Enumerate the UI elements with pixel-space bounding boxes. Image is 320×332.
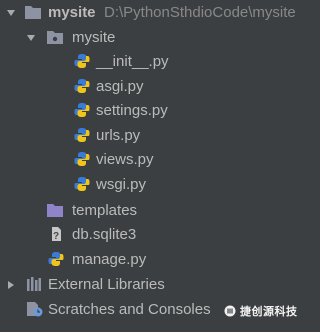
tree-row-manage[interactable]: manage.py bbox=[0, 247, 300, 272]
watermark-text: 捷创源科技 bbox=[240, 305, 298, 318]
tree-row-package[interactable]: mysite bbox=[0, 25, 300, 50]
project-name: mysite bbox=[48, 4, 96, 21]
scratches-label: Scratches and Consoles bbox=[48, 301, 211, 318]
tree-row-file[interactable]: views.py bbox=[0, 147, 300, 172]
file-name: db.sqlite3 bbox=[72, 226, 137, 243]
tree-row-db[interactable]: ? db.sqlite3 bbox=[0, 222, 300, 247]
project-tree: mysite D:\PythonSthdioCode\mysite mysite… bbox=[0, 0, 300, 332]
file-name: urls.py bbox=[96, 127, 141, 144]
file-name: settings.py bbox=[96, 102, 168, 119]
tree-row-file[interactable]: wsgi.py bbox=[0, 172, 300, 197]
scratches-icon bbox=[26, 301, 43, 317]
python-file-icon bbox=[74, 78, 90, 94]
python-file-icon bbox=[74, 176, 90, 192]
folder-icon bbox=[46, 202, 63, 218]
python-file-icon bbox=[48, 251, 64, 267]
tree-row-file[interactable]: asgi.py bbox=[0, 74, 300, 99]
tree-row-file[interactable]: settings.py bbox=[0, 98, 300, 123]
tree-row-external-libraries[interactable]: External Libraries bbox=[0, 272, 300, 297]
tree-row-root[interactable]: mysite D:\PythonSthdioCode\mysite bbox=[0, 0, 300, 25]
python-file-icon bbox=[74, 127, 90, 143]
chevron-right-icon[interactable] bbox=[6, 280, 16, 290]
tree-row-file[interactable]: __init__.py bbox=[0, 49, 300, 74]
watermark-logo-icon bbox=[224, 305, 236, 317]
package-folder-icon bbox=[46, 29, 63, 45]
project-path: D:\PythonSthdioCode\mysite bbox=[104, 4, 296, 21]
folder-icon bbox=[24, 4, 41, 20]
library-icon bbox=[26, 276, 42, 292]
chevron-down-icon[interactable] bbox=[26, 33, 36, 43]
tree-row-templates[interactable]: templates bbox=[0, 198, 300, 223]
package-name: mysite bbox=[72, 29, 116, 46]
external-libraries-label: External Libraries bbox=[48, 276, 165, 293]
database-file-icon: ? bbox=[48, 226, 64, 242]
python-file-icon bbox=[74, 53, 90, 69]
chevron-down-icon[interactable] bbox=[6, 8, 16, 18]
file-name: manage.py bbox=[72, 251, 147, 268]
file-name: __init__.py bbox=[96, 53, 169, 70]
file-name: views.py bbox=[96, 151, 154, 168]
python-file-icon bbox=[74, 151, 90, 167]
svg-text:?: ? bbox=[53, 231, 59, 242]
watermark: 捷创源科技 bbox=[224, 300, 300, 322]
tree-row-file[interactable]: urls.py bbox=[0, 123, 300, 148]
file-name: asgi.py bbox=[96, 78, 144, 95]
file-name: wsgi.py bbox=[96, 176, 147, 193]
folder-name: templates bbox=[72, 202, 138, 219]
python-file-icon bbox=[74, 102, 90, 118]
